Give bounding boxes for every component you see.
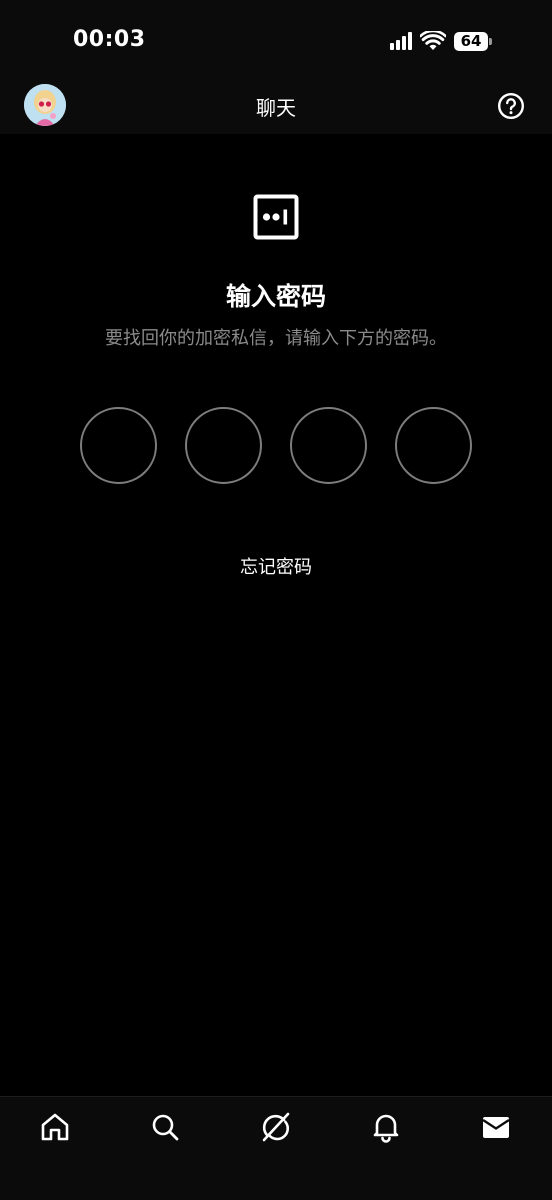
search-icon	[152, 1114, 179, 1141]
wifi-icon	[420, 31, 446, 50]
passcode-icon	[253, 194, 299, 240]
forgot-passcode-link[interactable]: 忘记密码	[0, 553, 552, 579]
notifications-icon	[373, 1114, 399, 1143]
heading: 输入密码	[225, 282, 326, 311]
tab-grok[interactable]	[260, 1111, 292, 1143]
pin-input[interactable]	[80, 407, 472, 485]
messages-icon	[482, 1117, 510, 1138]
status-time: 00:03	[73, 27, 146, 52]
cellular-signal-icon	[390, 32, 412, 50]
pin-digit-4[interactable]	[395, 407, 472, 484]
top-bar: 00:03 64 聊天	[0, 0, 552, 134]
page-title: 聊天	[256, 96, 296, 120]
home-icon	[41, 1113, 69, 1141]
status-icons: 64	[390, 30, 492, 52]
tab-home[interactable]	[39, 1111, 71, 1143]
pin-digit-2[interactable]	[185, 407, 262, 484]
passcode-screen: 输入密码 要找回你的加密私信，请输入下方的密码。 忘记密码	[0, 134, 552, 1096]
help-icon[interactable]	[497, 92, 525, 120]
tab-notifications[interactable]	[370, 1111, 402, 1143]
pin-digit-1[interactable]	[80, 407, 157, 484]
tab-messages[interactable]	[480, 1111, 512, 1143]
bottom-nav	[0, 1096, 552, 1200]
subtitle: 要找回你的加密私信，请输入下方的密码。	[105, 328, 447, 349]
pin-digit-3[interactable]	[290, 407, 367, 484]
battery-indicator: 64	[454, 31, 492, 51]
tab-search[interactable]	[149, 1111, 181, 1143]
grok-icon	[262, 1112, 290, 1142]
